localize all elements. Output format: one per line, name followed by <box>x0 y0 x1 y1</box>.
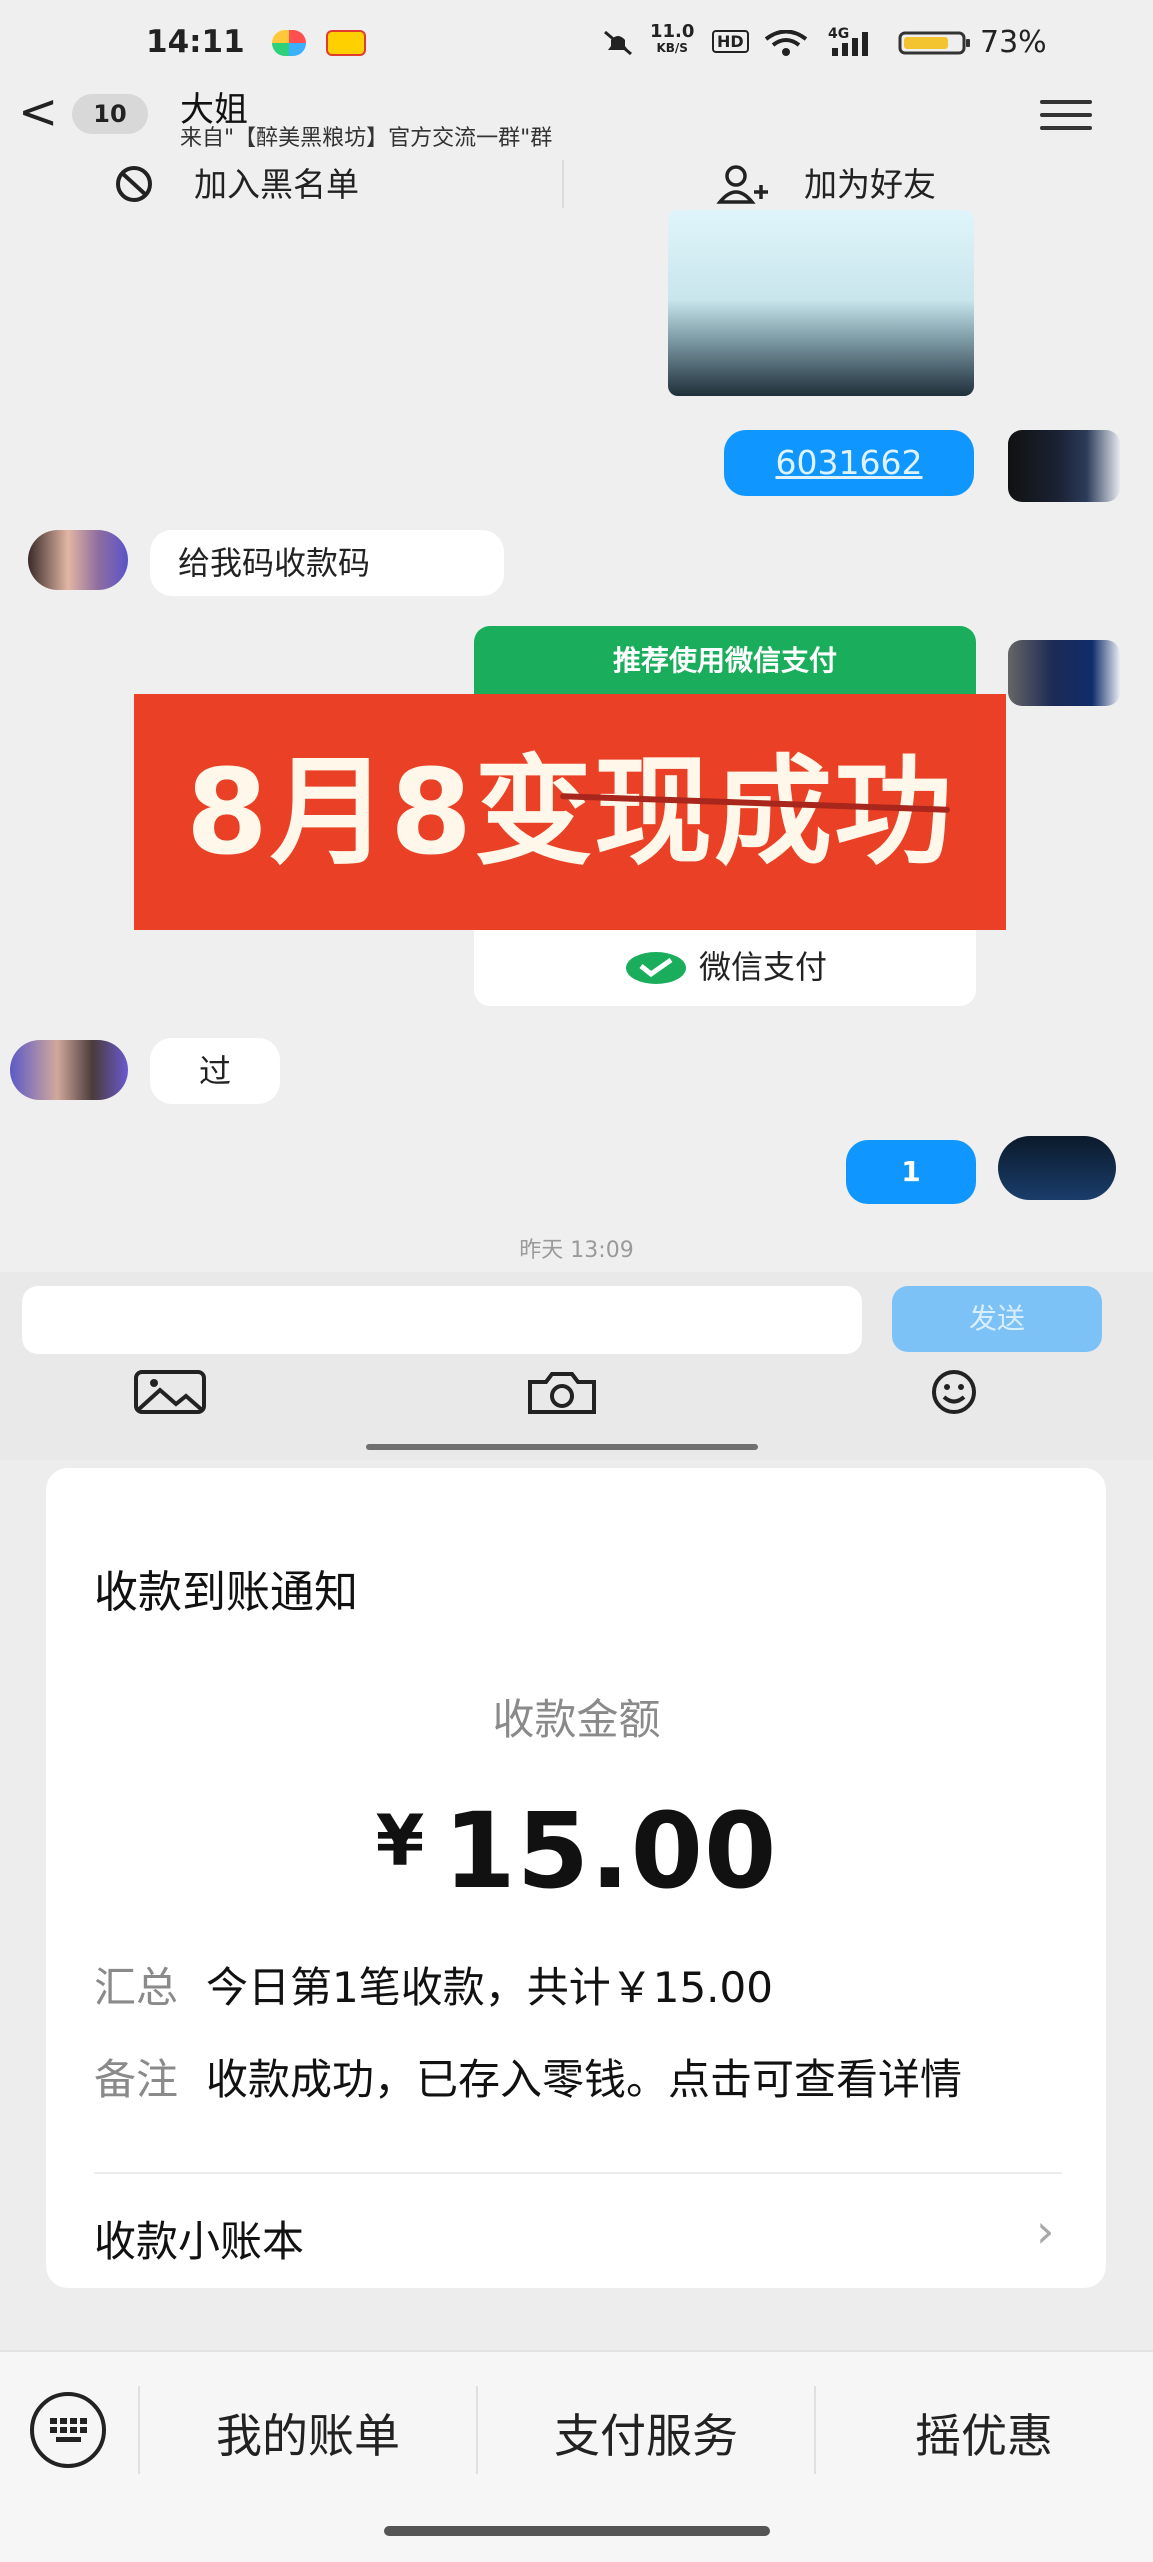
camera-icon[interactable] <box>526 1368 598 1416</box>
avatar-contact[interactable] <box>28 530 128 590</box>
wifi-icon <box>764 30 808 56</box>
amount-label: 收款金额 <box>492 1695 661 1744</box>
card-divider <box>94 2172 1062 2174</box>
pay-card-header: 推荐使用微信支付 <box>474 626 976 696</box>
keyboard-icon[interactable] <box>30 2392 106 2468</box>
avatar-self[interactable] <box>1008 640 1120 706</box>
network-speed-value: 11.0 <box>650 21 695 42</box>
mute-bell-icon <box>604 30 632 56</box>
avatar-self[interactable] <box>998 1136 1116 1200</box>
wechat-pay-icon <box>625 952 686 984</box>
hd-badge: HD <box>712 30 749 53</box>
signal-icon <box>832 32 868 56</box>
unread-badge: 10 <box>72 94 148 134</box>
network-speed-unit: KB/S <box>656 41 688 55</box>
remark-value[interactable]: 收款成功，已存入零钱。点击可查看详情 <box>206 2046 962 2107</box>
menu-shake-deals[interactable]: 摇优惠 <box>834 2400 1134 2466</box>
amount-value: ¥15.00 <box>0 1790 1153 1912</box>
pay-card-footer: 微信支付 <box>474 932 976 1002</box>
remark-label: 备注 <box>94 2055 179 2104</box>
network-speed: 11.0 KB/S <box>650 21 695 56</box>
send-button[interactable]: 发送 <box>892 1286 1102 1352</box>
app-icon-a <box>272 30 306 56</box>
block-icon <box>116 166 152 202</box>
emoji-icon[interactable] <box>918 1368 990 1416</box>
request-message: 给我码收款码 <box>150 530 504 596</box>
notification-title: 收款到账通知 <box>94 1567 358 1618</box>
amount-number: 15.00 <box>443 1790 778 1912</box>
promo-banner: 8月8变现成功 <box>134 694 1006 930</box>
action-divider <box>562 160 564 208</box>
battery-icon <box>898 31 970 55</box>
chat-header <box>0 80 1153 156</box>
battery-percent: 73% <box>980 25 1047 60</box>
ledger-link[interactable]: 收款小账本 <box>94 2208 304 2269</box>
image-message[interactable] <box>668 210 974 396</box>
reply-message: 过 <box>150 1038 280 1104</box>
currency-symbol: ¥ <box>375 1800 426 1882</box>
pay-card-footer-label: 微信支付 <box>698 948 827 986</box>
menu-my-bills[interactable]: 我的账单 <box>158 2400 458 2466</box>
avatar-self[interactable] <box>1008 430 1120 502</box>
avatar-contact[interactable] <box>10 1040 128 1100</box>
bottom-divider <box>138 2386 140 2474</box>
bottom-divider <box>476 2386 478 2474</box>
back-button[interactable]: < <box>18 82 58 142</box>
app-icon-meituan <box>326 30 366 56</box>
add-friend-icon <box>716 165 768 204</box>
link-message[interactable]: 6031662 <box>724 430 974 496</box>
chat-timestamp: 昨天 13:09 <box>519 1238 634 1263</box>
keyboard-glyph <box>50 2418 87 2442</box>
summary-value: 今日第1笔收款，共计￥15.00 <box>206 1963 773 2012</box>
one-message: 1 <box>846 1140 976 1204</box>
message-input[interactable] <box>22 1286 862 1354</box>
chat-action-row <box>0 156 1153 216</box>
add-friend-button[interactable]: 加为好友 <box>804 158 936 206</box>
home-indicator[interactable] <box>384 2526 770 2536</box>
blacklist-button[interactable]: 加入黑名单 <box>194 158 359 206</box>
promo-banner-text: 8月8变现成功 <box>185 743 955 881</box>
contact-source: 来自"【醉美黑粮坊】官方交流一群"群 <box>180 126 553 151</box>
menu-pay-services[interactable]: 支付服务 <box>496 2400 796 2466</box>
hamburger-icon[interactable] <box>1040 100 1092 139</box>
summary-label: 汇总 <box>94 1963 179 2012</box>
status-time: 14:11 <box>146 24 245 60</box>
image-icon[interactable] <box>134 1368 206 1416</box>
bottom-divider <box>814 2386 816 2474</box>
chevron-right-icon[interactable]: › <box>1036 2204 1054 2258</box>
screenshot-separator <box>366 1444 758 1450</box>
